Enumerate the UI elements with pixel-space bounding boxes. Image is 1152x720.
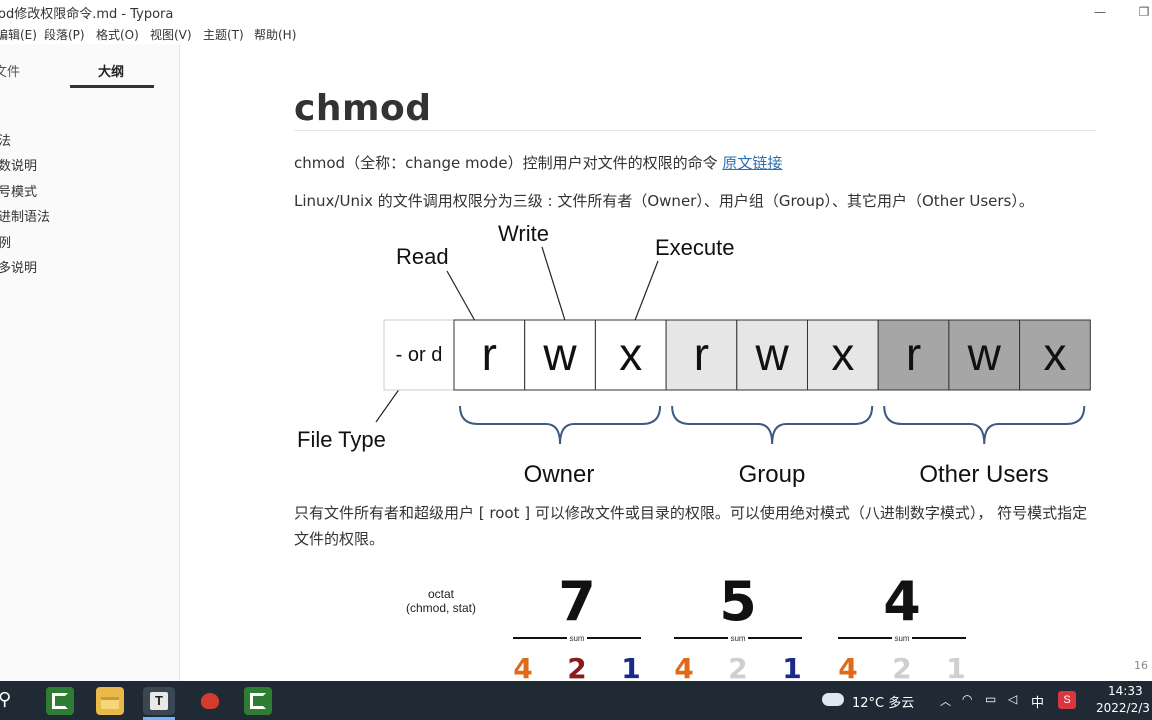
- pointer-write: [541, 246, 569, 331]
- permission-cell-letter: w: [755, 328, 790, 380]
- permission-cell-letter: x: [1043, 328, 1066, 380]
- octal-digit: 7: [558, 570, 596, 633]
- typora-icon[interactable]: T: [143, 687, 175, 715]
- battery-icon[interactable]: ▭: [985, 692, 996, 706]
- permission-cell-letter: w: [967, 328, 1002, 380]
- snail-app-icon[interactable]: [196, 687, 224, 715]
- search-icon[interactable]: ⚲: [0, 689, 11, 710]
- octal-bit: 2: [567, 652, 586, 681]
- taskbar: ⚲ T 12°C 多云 ︿ ◠ ▭ ◁ 中 S 14:33 2022/2/3: [0, 681, 1152, 720]
- permission-cells: rwxrwxrwx: [453, 319, 1091, 391]
- group-label-owner: Owner: [524, 461, 595, 488]
- wifi-icon[interactable]: ◠: [962, 692, 972, 706]
- octal-groups: 7sum4 2 15sum4 2 14sum4 2 1: [513, 570, 966, 681]
- octal-bit: 1: [782, 652, 801, 681]
- octal-digit: 4: [883, 570, 921, 633]
- camtasia-recorder-icon[interactable]: [244, 687, 272, 715]
- sum-label: sum: [569, 634, 584, 643]
- octal-bit: 2: [892, 652, 911, 681]
- group-braces: [459, 405, 1086, 445]
- group-label-group: Group: [739, 461, 806, 488]
- file-type-cell-text: - or d: [396, 344, 443, 366]
- octal-bit: 1: [621, 652, 640, 681]
- clock-date[interactable]: 2022/2/3: [1096, 701, 1150, 715]
- volume-icon[interactable]: ◁: [1008, 692, 1017, 706]
- weather-text[interactable]: 12°C 多云: [852, 692, 914, 711]
- label-read: Read: [396, 244, 449, 269]
- clock-time[interactable]: 14:33: [1108, 684, 1143, 698]
- permission-cell-letter: r: [906, 328, 921, 380]
- weather-cloud-icon: [822, 693, 844, 706]
- group-brace: [459, 405, 662, 445]
- octal-bit: 1: [946, 652, 965, 681]
- file-explorer-icon[interactable]: [96, 687, 124, 715]
- pointer-read: [446, 270, 480, 329]
- label-execute: Execute: [655, 235, 735, 260]
- group-brace: [883, 405, 1086, 445]
- permission-cell-letter: w: [542, 328, 577, 380]
- octal-digit: 5: [719, 570, 757, 633]
- octal-bit: 2: [728, 652, 747, 681]
- octal-bit: 4: [674, 652, 693, 681]
- permission-cell-letter: r: [694, 328, 709, 380]
- octal-caption: octat: [428, 587, 455, 601]
- octal-caption-sub: (chmod, stat): [406, 601, 476, 615]
- octal-bit: 4: [838, 652, 857, 681]
- sum-label: sum: [894, 634, 909, 643]
- permission-cell-letter: x: [619, 328, 642, 380]
- label-file-type: File Type: [297, 427, 386, 452]
- permission-cell-letter: x: [831, 328, 854, 380]
- label-write: Write: [498, 221, 549, 246]
- chevron-up-icon[interactable]: ︿: [940, 693, 951, 709]
- octal-bit: 4: [513, 652, 532, 681]
- permission-cell-letter: r: [482, 328, 497, 380]
- permission-diagram: Read Write Execute File Type - or d rwxr…: [297, 221, 1091, 681]
- camtasia-icon[interactable]: [46, 687, 74, 715]
- group-brace: [671, 405, 874, 445]
- typora-window: od修改权限命令.md - Typora — ❐ 编辑(E) 段落(P) 格式(…: [0, 0, 1152, 720]
- pointer-execute: [631, 260, 659, 329]
- group-label-other: Other Users: [919, 461, 1048, 488]
- sum-label: sum: [730, 634, 745, 643]
- ime-indicator[interactable]: 中: [1031, 692, 1044, 711]
- sogou-ime-icon[interactable]: S: [1058, 691, 1076, 709]
